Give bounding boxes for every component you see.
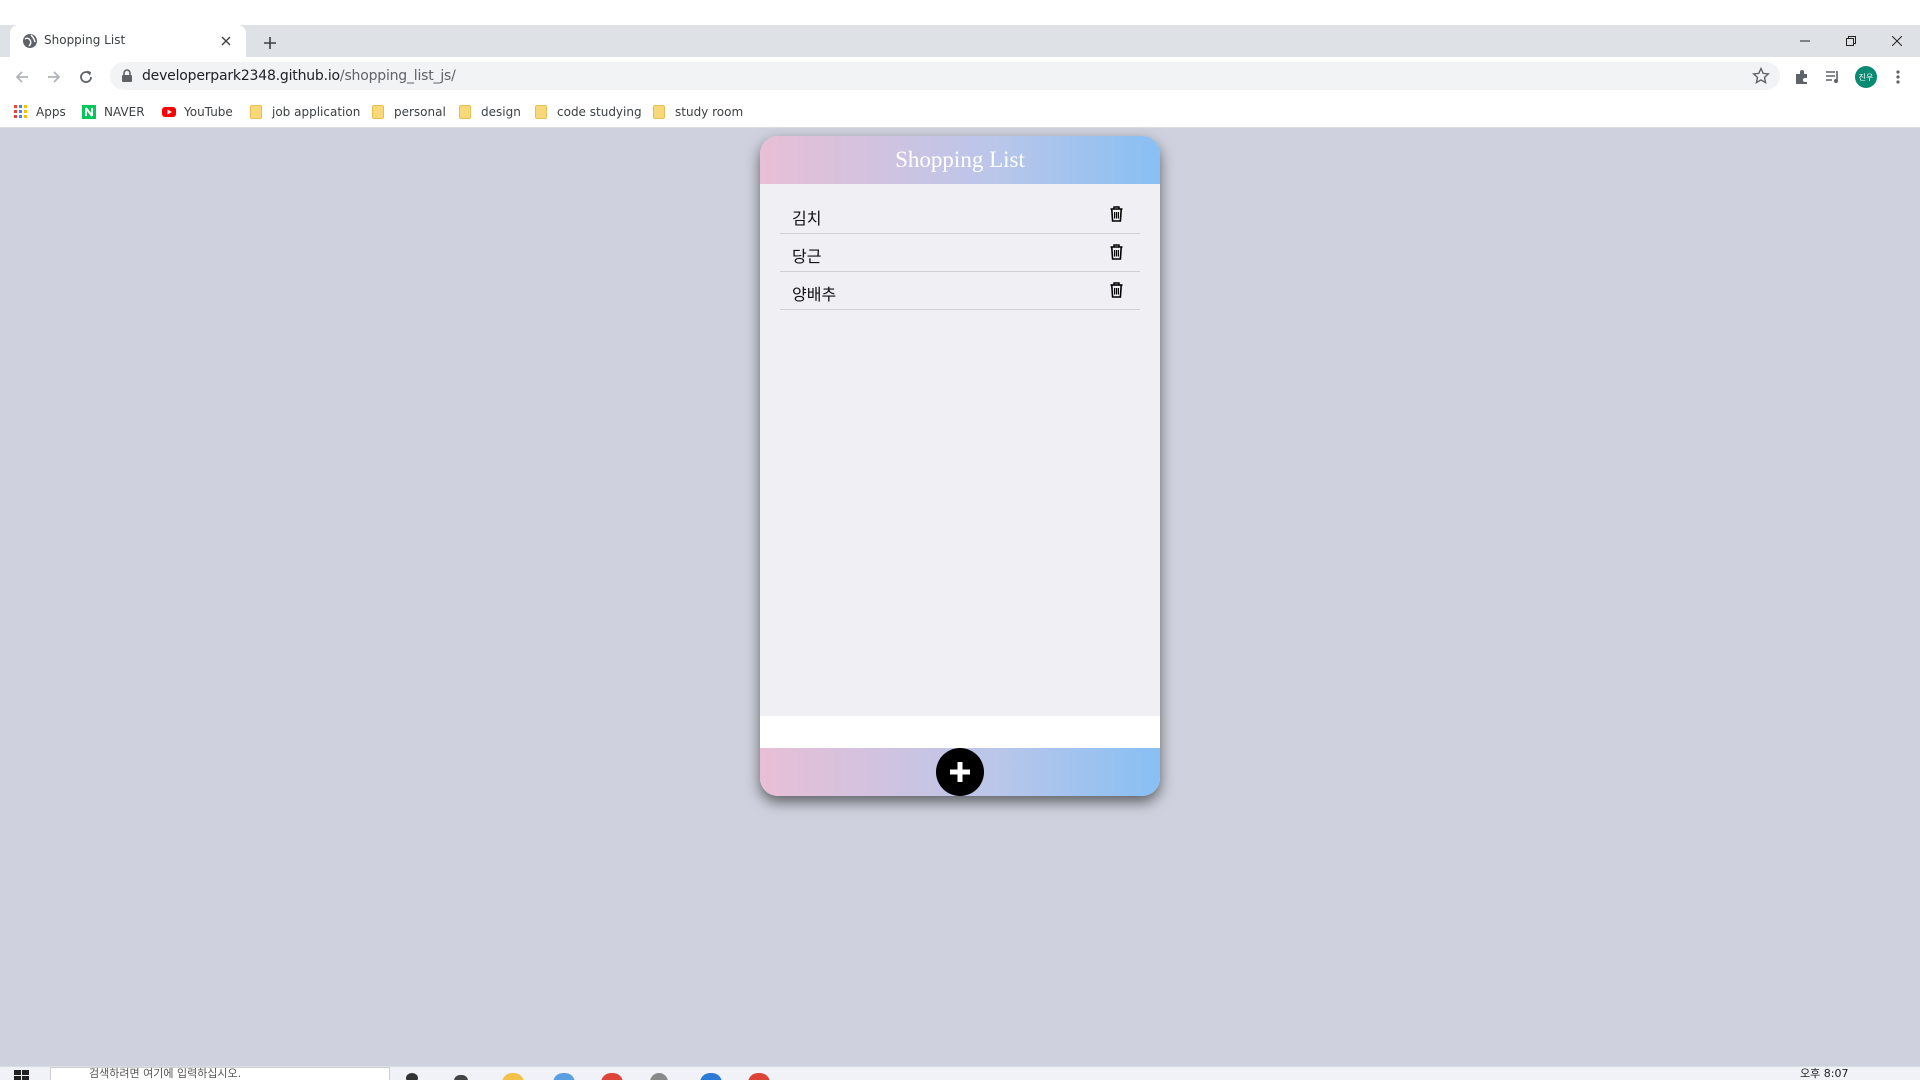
close-window-button[interactable] xyxy=(1874,25,1920,57)
lock-icon xyxy=(122,69,132,82)
bookmark-folder-job-application[interactable]: job application xyxy=(250,102,360,122)
item-name: 당근 xyxy=(792,247,822,266)
folder-icon xyxy=(653,105,665,119)
tab-title: Shopping List xyxy=(44,33,126,47)
task-view-icon[interactable] xyxy=(454,1075,468,1080)
reload-button[interactable] xyxy=(74,65,98,89)
media-control-button[interactable] xyxy=(1821,65,1845,89)
item-name: 김치 xyxy=(792,209,822,228)
more-vert-icon xyxy=(1896,70,1900,84)
trash-icon xyxy=(1110,282,1122,298)
tab-close-icon[interactable] xyxy=(216,31,236,51)
close-icon xyxy=(1892,36,1902,46)
browser-tab[interactable]: Shopping List xyxy=(10,25,246,57)
taskbar-search[interactable]: 검색하려면 여기에 입력하십시오. xyxy=(50,1067,390,1080)
address-bar[interactable]: developerpark2348.github.io/shopping_lis… xyxy=(110,62,1780,90)
list-item: 양배추 xyxy=(780,272,1140,310)
app-icon[interactable] xyxy=(553,1073,575,1080)
back-button[interactable] xyxy=(10,65,34,89)
chrome-icon[interactable] xyxy=(601,1073,623,1080)
taskbar-clock: 오후 8:07 xyxy=(1800,1067,1849,1080)
trash-icon xyxy=(1110,244,1122,260)
delete-item-button[interactable] xyxy=(1108,205,1124,223)
list-item: 당근 xyxy=(780,234,1140,272)
plus-icon xyxy=(950,762,970,782)
page-title: Shopping List xyxy=(895,147,1025,172)
folder-icon xyxy=(372,105,384,119)
bookmark-apps[interactable]: Apps xyxy=(14,102,66,122)
file-explorer-icon[interactable] xyxy=(502,1073,524,1080)
url-text: developerpark2348.github.io/shopping_lis… xyxy=(142,68,456,84)
taskbar: 검색하려면 여기에 입력하십시오. 오후 8:07 xyxy=(0,1066,1920,1080)
profile-avatar[interactable]: 진우 xyxy=(1855,66,1877,88)
arrow-left-icon xyxy=(15,71,28,83)
bookmarks-bar: Apps NAVER YouTube job application perso… xyxy=(0,96,1920,128)
trash-icon xyxy=(1110,206,1122,222)
item-list: 김치 당근 양배추 xyxy=(780,196,1140,310)
bookmark-star-icon[interactable] xyxy=(1752,67,1770,85)
apps-grid-icon xyxy=(14,105,27,118)
tab-strip: Shopping List xyxy=(0,25,1920,57)
bookmark-folder-code-studying[interactable]: code studying xyxy=(535,102,642,122)
minimize-icon xyxy=(1800,40,1810,42)
cortana-icon[interactable] xyxy=(406,1073,418,1080)
card-footer xyxy=(760,748,1160,796)
windows-start-icon[interactable] xyxy=(14,1070,30,1080)
youtube-icon xyxy=(162,107,176,117)
bookmark-folder-study-room[interactable]: study room xyxy=(653,102,743,122)
folder-icon xyxy=(459,105,471,119)
forward-button[interactable] xyxy=(42,65,66,89)
new-tab-button[interactable] xyxy=(258,31,282,55)
extensions-button[interactable] xyxy=(1790,65,1814,89)
bookmark-folder-design[interactable]: design xyxy=(459,102,521,122)
delete-item-button[interactable] xyxy=(1108,243,1124,261)
shopping-list-card: Shopping List 김치 당근 양배추 xyxy=(760,136,1160,796)
app-icon[interactable] xyxy=(650,1073,668,1080)
list-item: 김치 xyxy=(780,196,1140,234)
vscode-icon[interactable] xyxy=(700,1073,722,1080)
playlist-icon xyxy=(1826,71,1838,83)
window-controls xyxy=(1782,25,1920,57)
restore-button[interactable] xyxy=(1828,25,1874,57)
restore-icon xyxy=(1846,36,1856,46)
bookmark-naver[interactable]: NAVER xyxy=(82,102,145,122)
item-name: 양배추 xyxy=(792,285,837,304)
folder-icon xyxy=(535,105,547,119)
globe-icon xyxy=(23,34,37,48)
app-icon[interactable] xyxy=(748,1073,770,1080)
arrow-right-icon xyxy=(48,71,61,83)
reload-icon xyxy=(80,70,92,83)
bookmark-folder-personal[interactable]: personal xyxy=(372,102,446,122)
add-item-button[interactable] xyxy=(936,748,984,796)
item-input[interactable] xyxy=(760,716,1160,748)
minimize-button[interactable] xyxy=(1782,25,1828,57)
folder-icon xyxy=(250,105,262,119)
delete-item-button[interactable] xyxy=(1108,281,1124,299)
bookmark-youtube[interactable]: YouTube xyxy=(162,102,233,122)
puzzle-icon xyxy=(1796,70,1807,84)
page-viewport: Shopping List 김치 당근 양배추 xyxy=(0,128,1920,1066)
card-header: Shopping List xyxy=(760,136,1160,184)
menu-button[interactable] xyxy=(1886,65,1910,89)
plus-icon xyxy=(264,37,276,49)
browser-toolbar: developerpark2348.github.io/shopping_lis… xyxy=(0,57,1920,96)
naver-icon xyxy=(82,105,96,119)
taskbar-search-placeholder: 검색하려면 여기에 입력하십시오. xyxy=(89,1067,242,1080)
